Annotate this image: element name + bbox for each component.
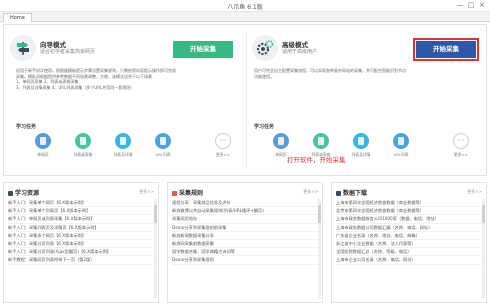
task-url-list[interactable]: URL列表 xyxy=(388,133,414,158)
learning-resources-list: 新手入门：采集单个网页【6.X版本示例】 新手入门：采集单个列表页【6.X版本示… xyxy=(8,199,154,265)
list-item[interactable]: 新浪网采集前数据采集 xyxy=(172,240,318,249)
task-label: 列表或表格 xyxy=(73,152,93,157)
task-label: 列表及详情 xyxy=(113,152,133,157)
tab-bar: Home xyxy=(0,12,490,22)
list-item[interactable]: 浙江省中小企业数据（名称、法人代表等） xyxy=(336,240,482,249)
list-item[interactable]: 上海市企业公司名录（名称、电话、网址） xyxy=(336,256,482,265)
wizard-task-list: 单网页 列表或表格 列表及详情 URL列表 ⋯ 更多>> xyxy=(16,133,242,169)
advanced-start-button[interactable]: 开始采集 xyxy=(413,38,479,61)
window-title: 八爪鱼 6.1版 xyxy=(227,4,263,11)
more-link[interactable]: 更多>> xyxy=(139,189,154,195)
scrollbar[interactable] xyxy=(482,199,485,299)
wizard-start-button[interactable]: 开始采集 xyxy=(173,41,233,58)
task-label: 单网页 xyxy=(37,152,49,157)
learning-resources-heading: 学习资源 xyxy=(8,188,39,197)
list-item[interactable]: 新浪微博公共自动采集规则(列表/URL循环+翻页) xyxy=(172,207,318,216)
data-download-list: 上海市第四次全国经济普查数据（商业数据等） 北京市第四次全国经济普查数据（商业数… xyxy=(336,199,482,265)
more-link[interactable]: 更多>> xyxy=(303,189,318,195)
resource-area: 学习资源 更多>> 新手入门：采集单个网页【6.X版本示例】 新手入门：采集单个… xyxy=(3,182,487,303)
list-item[interactable]: 新手入门：单网页或列表采集【6.X版本示例】 xyxy=(8,215,154,224)
list-item[interactable]: 上海市政务数据公司数据汇编（名称、电话、网址） xyxy=(336,224,482,232)
scrollbar[interactable] xyxy=(154,199,157,299)
advanced-mode-subtitle: 适用于高级用户 xyxy=(282,49,318,55)
panel-divider xyxy=(246,33,247,169)
title-bar: 八爪鱼 6.1版 — □ × xyxy=(0,0,490,12)
wizard-description-line: 3、列表及详情采集 4、URL列表采集（多个URL共用同一套规则） xyxy=(16,84,135,90)
task-url-list[interactable]: URL列表 xyxy=(150,133,176,158)
task-single-page[interactable]: 单网页 xyxy=(30,133,56,158)
learning-resources-title: 学习资源 xyxy=(15,190,40,197)
collection-rules-list: 规程分享：采集商品信息及评价 新浪微博公共自动采集规则(列表/URL循环+翻页)… xyxy=(172,199,318,265)
list-item[interactable]: 新手入门：采集分页列表【6.X版本示例】 xyxy=(8,240,154,249)
list-icon xyxy=(313,133,329,149)
task-label: 更多>> xyxy=(454,152,468,157)
list-item[interactable]: 新手入门：采集列表页及详情页【6.X版本示例】 xyxy=(8,224,154,232)
task-more[interactable]: ⋯ 更多>> xyxy=(210,133,236,158)
task-label: URL列表 xyxy=(393,152,409,157)
task-list-detail[interactable]: 列表及详情 xyxy=(110,133,136,158)
learning-resources-panel: 学习资源 更多>> 新手入门：采集单个网页【6.X版本示例】 新手入门：采集单个… xyxy=(3,182,159,303)
url-icon xyxy=(155,133,171,149)
list-item[interactable]: 全国医院数据汇总（名称、等级、电话） xyxy=(336,248,482,257)
wizard-tasks-title: 学习任务 xyxy=(16,124,37,130)
collection-rules-title: 采集规则 xyxy=(179,190,204,197)
list-item[interactable]: 新手入门：采集分页列表(Ajax型翻页)【6.X版本示例】 xyxy=(8,248,154,257)
task-label: 更多>> xyxy=(216,152,230,157)
list-item[interactable]: 北京市第四次全国经济普查数据（商业数据等） xyxy=(336,207,482,216)
task-list-table[interactable]: 列表或表格 xyxy=(70,133,96,158)
annotation-text: 打开软件，开始采集 xyxy=(287,156,346,164)
list-item[interactable]: Demo分享到采集规则 xyxy=(172,256,318,265)
list-item[interactable]: 新手入门：采集单个列表页【6.X版本示例】 xyxy=(8,207,154,216)
more-icon: ⋯ xyxy=(215,133,231,149)
list-item[interactable]: Demo分享到采集规则前采集 xyxy=(172,224,318,232)
advanced-description: 用户可完全自主配置采集流程，可以实现各种复杂网站的采集，并可配合智能识别节点 功… xyxy=(254,68,480,79)
task-more[interactable]: ⋯ 更多>> xyxy=(448,133,474,158)
list-item[interactable]: 广东省企业名录（名称、地址、电话、邮箱） xyxy=(336,232,482,240)
maximize-icon[interactable]: □ xyxy=(466,1,476,10)
list-item[interactable]: 新手入门：采集多个网页【6.X版本示例】 xyxy=(8,232,154,240)
detail-icon xyxy=(115,133,131,149)
book-icon xyxy=(8,190,13,196)
signpost-icon xyxy=(10,35,36,61)
collection-rules-panel: 采集规则 更多>> 规程分享：采集商品信息及评价 新浪微博公共自动采集规则(列表… xyxy=(167,182,323,303)
scrollbar[interactable] xyxy=(318,199,321,299)
collection-rules-heading: 采集规则 xyxy=(172,188,203,197)
task-list-detail[interactable]: 列表及详情 xyxy=(348,133,374,158)
close-icon[interactable]: × xyxy=(477,1,487,10)
advanced-description-line: 功能使用。 xyxy=(254,73,274,79)
list-item[interactable]: 上海市第四次全国经济普查数据（商业数据等） xyxy=(336,199,482,208)
mode-panel: 向导模式 适合初学者采集简单网页 开始采集 适用于新手初次使用，即根据模板提示步… xyxy=(3,24,487,176)
url-icon xyxy=(393,133,409,149)
gear-icon xyxy=(252,35,278,61)
page-icon xyxy=(273,133,289,149)
wizard-mode-subtitle: 适合初学者采集简单网页 xyxy=(40,49,96,55)
list-item[interactable]: 采集网页地址 xyxy=(172,215,318,224)
rules-icon xyxy=(172,190,177,196)
wizard-mode-panel: 向导模式 适合初学者采集简单网页 开始采集 适用于新手初次使用，即根据模板提示步… xyxy=(10,25,242,175)
list-item[interactable]: 新浪新闻数据采集分享 xyxy=(172,232,318,240)
data-download-heading: 数据下载 xyxy=(336,188,367,197)
download-icon xyxy=(336,190,341,196)
tab-home[interactable]: Home xyxy=(3,13,32,22)
list-item[interactable]: 新手教程：采集网页列表附带下一页（第2版） xyxy=(8,256,154,265)
task-label: URL列表 xyxy=(155,152,171,157)
data-download-title: 数据下载 xyxy=(343,190,368,197)
page-icon xyxy=(35,133,51,149)
more-link[interactable]: 更多>> xyxy=(467,189,482,195)
wizard-description: 适用于新手初次使用，即根据模板提示步骤设置采集规则，只需依照向导提示操作即可完成… xyxy=(16,68,242,90)
more-icon: ⋯ xyxy=(453,133,469,149)
list-icon xyxy=(75,133,91,149)
task-label: 列表及详情 xyxy=(351,152,371,157)
detail-icon xyxy=(353,133,369,149)
advanced-tasks-title: 学习任务 xyxy=(254,124,275,130)
minimize-icon[interactable]: — xyxy=(455,1,465,10)
list-item[interactable]: 新手入门：采集单个网页【6.X版本示例】 xyxy=(8,199,154,208)
list-item[interactable]: 国学数据合集：国学典籍古诗词等 xyxy=(172,248,318,257)
advanced-mode-panel: 高级模式 适用于高级用户 开始采集 用户可完全自主配置采集流程，可以实现各种复杂… xyxy=(252,25,484,175)
list-item[interactable]: 规程分享：采集商品信息及评价 xyxy=(172,199,318,208)
data-download-panel: 数据下载 更多>> 上海市第四次全国经济普查数据（商业数据等） 北京市第四次全国… xyxy=(331,182,487,303)
list-item[interactable]: 上海市政务数据服务公司1000家（数据、电话、地址） xyxy=(336,215,482,224)
